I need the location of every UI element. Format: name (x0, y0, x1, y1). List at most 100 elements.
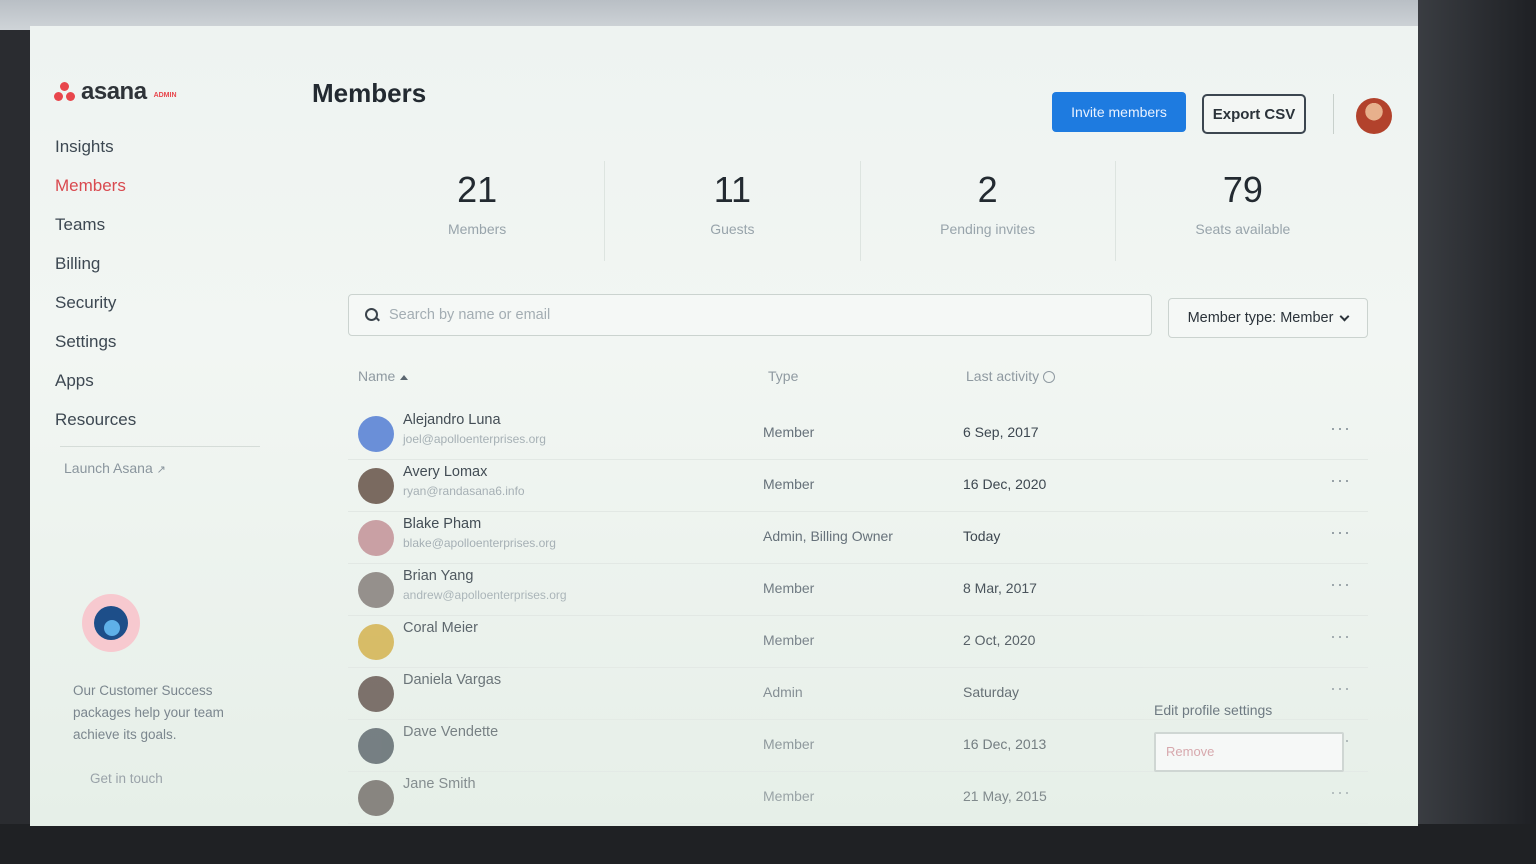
external-link-icon: ↗ (156, 464, 166, 476)
member-name[interactable]: Alejandro Luna (403, 412, 501, 428)
stat-seats-available: 79 Seats available (1116, 161, 1370, 261)
table-row[interactable]: Alejandro Luna joel@apolloenterprises.org… (348, 408, 1368, 460)
member-name[interactable]: Jane Smith (403, 776, 476, 792)
member-last-activity: 16 Dec, 2020 (963, 476, 1047, 492)
sidebar-item-security[interactable]: Security (55, 292, 136, 331)
column-header-last-activity[interactable]: Last activity (966, 368, 1056, 384)
stat-label: Seats available (1195, 221, 1291, 237)
stat-label: Members (447, 221, 507, 237)
member-name[interactable]: Avery Lomax (403, 464, 487, 480)
member-email: andrew@apolloenterprises.org (403, 588, 567, 602)
get-in-touch-link[interactable]: Get in touch (90, 771, 163, 786)
sidebar-nav: Insights Members Teams Billing Security … (55, 136, 136, 448)
page-title: Members (312, 78, 427, 108)
member-last-activity: Today (963, 528, 1001, 544)
launch-asana-link[interactable]: Launch Asana ↗ (64, 460, 166, 476)
member-type: Member (763, 580, 815, 596)
member-type: Admin (763, 684, 803, 700)
member-type: Member (763, 424, 815, 440)
member-avatar (358, 624, 394, 660)
search-box[interactable] (348, 294, 1152, 336)
member-avatar (358, 572, 394, 608)
member-type: Member (763, 736, 815, 752)
member-type: Admin, Billing Owner (763, 528, 893, 544)
member-last-activity: 6 Sep, 2017 (963, 424, 1039, 440)
sidebar-item-billing[interactable]: Billing (55, 253, 136, 292)
member-avatar (358, 416, 394, 452)
member-type: Member (763, 632, 815, 648)
stat-value: 79 (1222, 169, 1263, 210)
stat-value: 21 (457, 169, 498, 210)
remove-member-item[interactable]: Remove (1154, 732, 1344, 772)
table-row[interactable]: Jane Smith Member 21 May, 2015 ··· (348, 772, 1368, 824)
launch-asana-label: Launch Asana (64, 460, 153, 476)
member-type: Member (763, 788, 815, 804)
member-last-activity: 21 May, 2015 (963, 788, 1047, 804)
sidebar-item-settings[interactable]: Settings (55, 331, 136, 370)
member-avatar (358, 780, 394, 816)
monitor-bezel-side (1418, 0, 1536, 864)
more-options-icon[interactable]: ··· (1330, 574, 1351, 595)
table-row[interactable]: Coral Meier Member 2 Oct, 2020 ··· (348, 616, 1368, 668)
search-input[interactable] (389, 307, 1089, 323)
stat-members: 21 Members (350, 161, 606, 261)
stat-label: Guests (710, 221, 755, 237)
member-name[interactable]: Coral Meier (403, 620, 478, 636)
sidebar-item-resources[interactable]: Resources (55, 409, 136, 448)
column-header-activity-label: Last activity (966, 368, 1040, 384)
info-icon (1043, 371, 1056, 384)
sidebar-item-apps[interactable]: Apps (55, 370, 136, 409)
export-csv-button[interactable]: Export CSV (1202, 94, 1306, 134)
column-header-name[interactable]: Name (358, 368, 409, 384)
header-divider (1333, 94, 1334, 134)
asana-logo-icon (54, 82, 76, 102)
sidebar-divider (60, 446, 260, 447)
member-name[interactable]: Daniela Vargas (403, 672, 501, 688)
member-name[interactable]: Blake Pham (403, 516, 481, 532)
more-options-icon[interactable]: ··· (1330, 418, 1351, 439)
member-avatar (358, 468, 394, 504)
member-name[interactable]: Brian Yang (403, 568, 473, 584)
member-name[interactable]: Dave Vendette (403, 724, 498, 740)
sidebar-item-members[interactable]: Members (55, 175, 136, 214)
member-last-activity: 2 Oct, 2020 (963, 632, 1036, 648)
stat-guests: 11 Guests (605, 161, 861, 261)
table-row[interactable]: Brian Yang andrew@apolloenterprises.org Me… (348, 564, 1368, 616)
more-options-icon[interactable]: ··· (1330, 470, 1351, 491)
column-header-type[interactable]: Type (768, 368, 798, 384)
member-last-activity: 8 Mar, 2017 (963, 580, 1037, 596)
sidebar: asana ADMIN Insights Members Teams Billi… (30, 26, 280, 826)
search-icon (365, 308, 379, 322)
sidebar-item-teams[interactable]: Teams (55, 214, 136, 253)
sidebar-item-insights[interactable]: Insights (55, 136, 136, 175)
sort-ascending-icon (400, 374, 409, 380)
more-options-icon[interactable]: ··· (1330, 522, 1351, 543)
stats-bar: 21 Members 11 Guests 2 Pending invites 7… (350, 161, 1370, 261)
column-header-name-label: Name (358, 368, 396, 384)
member-email: joel@apolloenterprises.org (403, 432, 546, 446)
edit-profile-settings-item[interactable]: Edit profile settings (1154, 702, 1354, 726)
app-screen: asana ADMIN Insights Members Teams Billi… (30, 26, 1418, 826)
stat-value: 11 (713, 169, 752, 210)
more-options-icon[interactable]: ··· (1330, 782, 1351, 803)
user-avatar[interactable] (1356, 98, 1392, 134)
table-row[interactable]: Avery Lomax ryan@randasana6.info Member 16 … (348, 460, 1368, 512)
invite-members-button[interactable]: Invite members (1052, 92, 1186, 132)
table-row[interactable]: Blake Pham blake@apolloenterprises.org Adm… (348, 512, 1368, 564)
member-email: blake@apolloenterprises.org (403, 536, 556, 550)
chevron-down-icon (1339, 311, 1350, 321)
asana-logo[interactable]: asana ADMIN (54, 78, 177, 106)
more-options-icon[interactable]: ··· (1330, 678, 1351, 699)
member-avatar (358, 676, 394, 712)
stat-label: Pending invites (940, 221, 1036, 237)
logo-text: asana (81, 78, 147, 105)
member-avatar (358, 728, 394, 764)
more-options-icon[interactable]: ··· (1330, 626, 1351, 647)
member-type-label: Member type: Member (1187, 310, 1334, 326)
member-type-dropdown[interactable]: Member type: Member (1168, 298, 1368, 338)
stat-value: 2 (977, 169, 998, 210)
promo-text: Our Customer Success packages help your … (73, 683, 224, 742)
member-email: ryan@randasana6.info (403, 484, 525, 498)
monitor-bezel-bottom (0, 824, 1536, 864)
row-action-menu: Edit profile settings Remove (1154, 702, 1354, 772)
